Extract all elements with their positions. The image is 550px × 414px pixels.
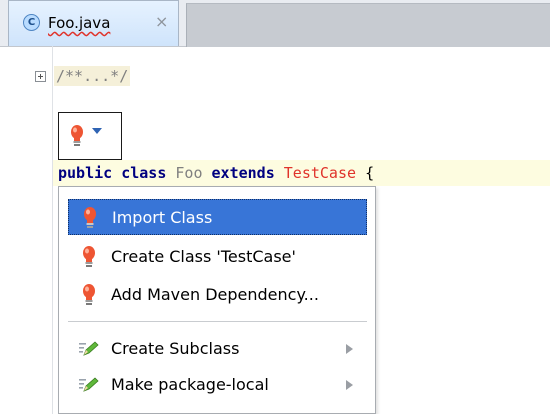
editor-tab-bar: C Foo.java × bbox=[0, 0, 550, 47]
menu-item-create-subclass[interactable]: Create Subclass bbox=[68, 331, 367, 367]
menu-item-create-class[interactable]: Create Class 'TestCase' bbox=[68, 239, 367, 275]
code-line-class-declaration[interactable]: public class Foo extends TestCase { bbox=[58, 162, 374, 184]
submenu-arrow-icon bbox=[346, 344, 353, 354]
keyword-public: public bbox=[58, 164, 113, 182]
dropdown-arrow-icon bbox=[92, 128, 102, 134]
menu-item-label: Create Class 'TestCase' bbox=[111, 247, 296, 266]
menu-item-label: Add Maven Dependency... bbox=[111, 285, 319, 304]
keyword-class: class bbox=[121, 164, 167, 182]
java-class-icon: C bbox=[23, 14, 40, 31]
menu-item-make-package-local[interactable]: Make package-local bbox=[68, 367, 367, 403]
submenu-arrow-icon bbox=[346, 380, 353, 390]
intention-actions-popup: Import Class Create Class 'TestCase' Add… bbox=[58, 186, 376, 414]
tab-bar-empty-area bbox=[186, 3, 550, 47]
menu-item-add-maven-dependency[interactable]: Add Maven Dependency... bbox=[68, 277, 367, 313]
tab-title[interactable]: Foo.java bbox=[48, 14, 110, 32]
keyword-extends: extends bbox=[211, 164, 275, 182]
menu-item-label: Make package-local bbox=[111, 375, 269, 394]
unresolved-class-reference: TestCase bbox=[283, 164, 357, 182]
tab-foo-java[interactable]: C Foo.java × bbox=[8, 0, 179, 46]
close-icon[interactable]: × bbox=[155, 13, 168, 31]
menu-item-import-class[interactable]: Import Class bbox=[68, 199, 367, 235]
lightbulb-red-icon bbox=[71, 125, 83, 146]
pencil-edit-icon bbox=[79, 377, 99, 392]
folded-comment[interactable]: /**...*/ bbox=[54, 66, 131, 86]
fold-expand-icon[interactable] bbox=[35, 71, 46, 82]
lightbulb-red-icon bbox=[83, 246, 95, 267]
lightbulb-red-icon bbox=[84, 207, 96, 228]
intention-bulb-button[interactable] bbox=[58, 112, 122, 160]
open-brace: { bbox=[365, 164, 375, 182]
lightbulb-red-icon bbox=[83, 284, 95, 305]
menu-item-label: Create Subclass bbox=[111, 339, 240, 358]
menu-item-label: Import Class bbox=[112, 208, 213, 227]
class-name: Foo bbox=[175, 164, 203, 182]
menu-separator bbox=[68, 321, 367, 322]
gutter-divider bbox=[52, 46, 53, 414]
pencil-edit-icon bbox=[79, 341, 99, 356]
